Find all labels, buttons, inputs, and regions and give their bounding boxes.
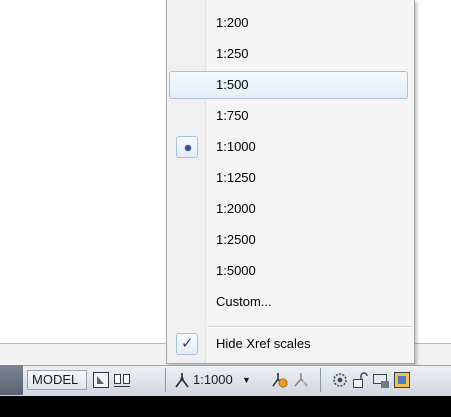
menu-item-label: 1:2500 (216, 232, 256, 247)
annotation-visibility-icon[interactable] (270, 371, 288, 389)
auto-scale-icon[interactable] (292, 371, 310, 389)
layout-icon[interactable] (92, 371, 110, 389)
workspace-gear-icon[interactable] (331, 371, 349, 389)
hardware-acceleration-icon[interactable] (372, 371, 390, 389)
menu-item-scale[interactable]: 1:2500 (169, 226, 408, 254)
bottom-black-bar (0, 396, 451, 417)
menu-item-label: 1:1250 (216, 170, 256, 185)
menu-item-scale[interactable]: 1:750 (169, 102, 408, 130)
isolate-icon[interactable] (393, 371, 411, 389)
checkmark-icon: ✓ (181, 335, 194, 352)
menu-item-scale[interactable]: 1:200 (169, 9, 408, 37)
checkbox-indicator: ✓ (176, 333, 198, 355)
menu-item-label: 1:750 (216, 108, 249, 123)
menu-item-label: Hide Xref scales (216, 336, 311, 351)
model-label: MODEL (32, 372, 79, 387)
chevron-down-icon: ▼ (242, 375, 251, 385)
annotation-scale-value: 1:1000 (193, 372, 233, 387)
menu-item-label: Custom... (216, 294, 272, 309)
menu-separator (207, 326, 412, 328)
menu-item-scale[interactable]: 1:2000 (169, 195, 408, 223)
menu-item-scale[interactable]: 1:1250 (169, 164, 408, 192)
menu-item-label: 1:200 (216, 15, 249, 30)
menu-item-scale-selected[interactable]: 1:1000 (169, 133, 408, 161)
status-bar-left-panel (0, 365, 23, 395)
radio-indicator (176, 136, 198, 158)
annotation-scale-menu: 1:200 1:250 1:500 1:750 1:1000 1:1250 1:… (166, 0, 415, 364)
annotation-scale-icon (175, 373, 189, 388)
radio-dot-icon (185, 145, 191, 151)
status-separator (320, 368, 321, 392)
status-separator (165, 368, 166, 392)
menu-item-label: 1:5000 (216, 263, 256, 278)
menu-item-custom[interactable]: Custom... (169, 288, 408, 316)
menu-item-label: 1:2000 (216, 201, 256, 216)
lock-icon[interactable] (351, 371, 369, 389)
menu-item-scale[interactable]: 1:250 (169, 40, 408, 68)
menu-item-label: 1:500 (216, 77, 249, 92)
menu-item-scale-hovered[interactable]: 1:500 (169, 71, 408, 99)
menu-item-label: 1:1000 (216, 139, 256, 154)
quick-view-icon[interactable] (113, 371, 131, 389)
menu-item-scale[interactable]: 1:5000 (169, 257, 408, 285)
drawing-area[interactable] (415, 0, 451, 343)
menu-item-label: 1:250 (216, 46, 249, 61)
menu-item-hide-xref-scales[interactable]: ✓ Hide Xref scales (169, 330, 408, 358)
